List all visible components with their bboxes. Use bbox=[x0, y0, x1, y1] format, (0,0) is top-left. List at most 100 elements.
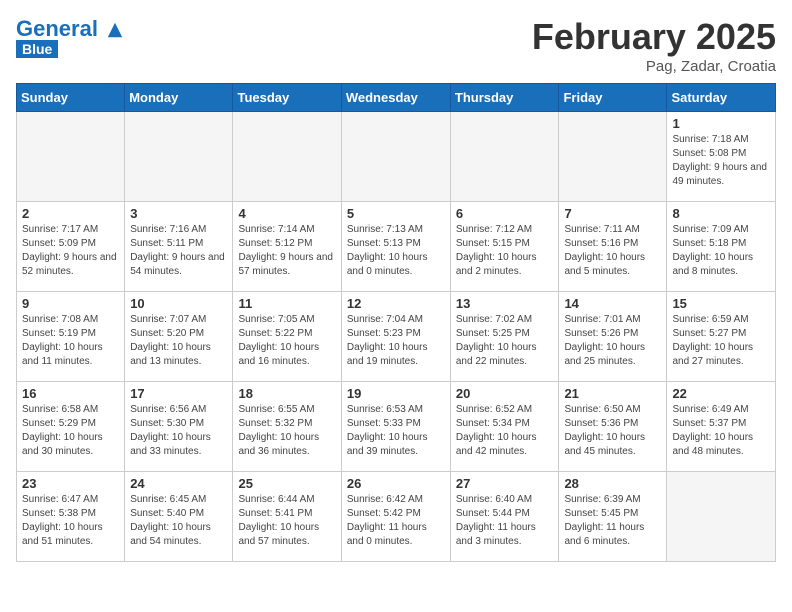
daylight-label: Daylight: 10 hours and 42 minutes. bbox=[456, 432, 537, 457]
calendar-day-cell: 13 Sunrise: 7:02 AM Sunset: 5:25 PM Dayl… bbox=[450, 292, 559, 382]
weekday-header: Tuesday bbox=[233, 84, 341, 112]
daylight-label: Daylight: 10 hours and 11 minutes. bbox=[22, 342, 103, 367]
daylight-label: Daylight: 10 hours and 16 minutes. bbox=[238, 342, 319, 367]
day-number: 3 bbox=[130, 206, 227, 221]
day-number: 27 bbox=[456, 476, 554, 491]
daylight-label: Daylight: 10 hours and 2 minutes. bbox=[456, 252, 537, 277]
sunrise-label: Sunrise: 7:11 AM bbox=[564, 224, 639, 235]
daylight-label: Daylight: 11 hours and 6 minutes. bbox=[564, 522, 644, 547]
daylight-label: Daylight: 9 hours and 49 minutes. bbox=[672, 162, 767, 187]
calendar-day-cell: 15 Sunrise: 6:59 AM Sunset: 5:27 PM Dayl… bbox=[667, 292, 776, 382]
day-info: Sunrise: 7:05 AM Sunset: 5:22 PM Dayligh… bbox=[238, 313, 335, 369]
day-info: Sunrise: 6:53 AM Sunset: 5:33 PM Dayligh… bbox=[347, 403, 445, 459]
calendar-day-cell: 27 Sunrise: 6:40 AM Sunset: 5:44 PM Dayl… bbox=[450, 472, 559, 562]
day-number: 19 bbox=[347, 386, 445, 401]
day-info: Sunrise: 7:02 AM Sunset: 5:25 PM Dayligh… bbox=[456, 313, 554, 369]
sunrise-label: Sunrise: 6:42 AM bbox=[347, 494, 423, 505]
sunset-label: Sunset: 5:33 PM bbox=[347, 418, 421, 429]
day-number: 25 bbox=[238, 476, 335, 491]
location: Pag, Zadar, Croatia bbox=[532, 58, 776, 75]
weekday-header: Wednesday bbox=[341, 84, 450, 112]
sunset-label: Sunset: 5:22 PM bbox=[238, 328, 312, 339]
sunrise-label: Sunrise: 7:12 AM bbox=[456, 224, 532, 235]
day-number: 16 bbox=[22, 386, 119, 401]
day-number: 10 bbox=[130, 296, 227, 311]
sunrise-label: Sunrise: 7:14 AM bbox=[238, 224, 314, 235]
calendar-day-cell: 6 Sunrise: 7:12 AM Sunset: 5:15 PM Dayli… bbox=[450, 202, 559, 292]
calendar-day-cell bbox=[125, 112, 233, 202]
day-number: 13 bbox=[456, 296, 554, 311]
day-number: 2 bbox=[22, 206, 119, 221]
calendar-week-row: 1 Sunrise: 7:18 AM Sunset: 5:08 PM Dayli… bbox=[17, 112, 776, 202]
day-info: Sunrise: 6:42 AM Sunset: 5:42 PM Dayligh… bbox=[347, 493, 445, 549]
sunset-label: Sunset: 5:12 PM bbox=[238, 238, 312, 249]
sunrise-label: Sunrise: 6:39 AM bbox=[564, 494, 640, 505]
sunset-label: Sunset: 5:08 PM bbox=[672, 148, 746, 159]
calendar-day-cell: 16 Sunrise: 6:58 AM Sunset: 5:29 PM Dayl… bbox=[17, 382, 125, 472]
day-info: Sunrise: 6:40 AM Sunset: 5:44 PM Dayligh… bbox=[456, 493, 554, 549]
sunrise-label: Sunrise: 7:02 AM bbox=[456, 314, 532, 325]
calendar-day-cell: 2 Sunrise: 7:17 AM Sunset: 5:09 PM Dayli… bbox=[17, 202, 125, 292]
day-number: 4 bbox=[238, 206, 335, 221]
day-info: Sunrise: 6:59 AM Sunset: 5:27 PM Dayligh… bbox=[672, 313, 770, 369]
day-number: 15 bbox=[672, 296, 770, 311]
calendar-day-cell: 21 Sunrise: 6:50 AM Sunset: 5:36 PM Dayl… bbox=[559, 382, 667, 472]
calendar-day-cell: 1 Sunrise: 7:18 AM Sunset: 5:08 PM Dayli… bbox=[667, 112, 776, 202]
daylight-label: Daylight: 11 hours and 0 minutes. bbox=[347, 522, 427, 547]
calendar-day-cell: 14 Sunrise: 7:01 AM Sunset: 5:26 PM Dayl… bbox=[559, 292, 667, 382]
calendar-week-row: 23 Sunrise: 6:47 AM Sunset: 5:38 PM Dayl… bbox=[17, 472, 776, 562]
day-number: 6 bbox=[456, 206, 554, 221]
daylight-label: Daylight: 9 hours and 57 minutes. bbox=[238, 252, 333, 277]
day-number: 8 bbox=[672, 206, 770, 221]
day-number: 17 bbox=[130, 386, 227, 401]
calendar-day-cell bbox=[233, 112, 341, 202]
sunrise-label: Sunrise: 6:50 AM bbox=[564, 404, 640, 415]
daylight-label: Daylight: 10 hours and 0 minutes. bbox=[347, 252, 428, 277]
day-info: Sunrise: 7:12 AM Sunset: 5:15 PM Dayligh… bbox=[456, 223, 554, 279]
daylight-label: Daylight: 10 hours and 36 minutes. bbox=[238, 432, 319, 457]
sunset-label: Sunset: 5:11 PM bbox=[130, 238, 203, 249]
calendar-day-cell: 12 Sunrise: 7:04 AM Sunset: 5:23 PM Dayl… bbox=[341, 292, 450, 382]
daylight-label: Daylight: 10 hours and 5 minutes. bbox=[564, 252, 645, 277]
sunrise-label: Sunrise: 7:17 AM bbox=[22, 224, 98, 235]
sunset-label: Sunset: 5:25 PM bbox=[456, 328, 530, 339]
day-info: Sunrise: 7:09 AM Sunset: 5:18 PM Dayligh… bbox=[672, 223, 770, 279]
calendar-day-cell: 25 Sunrise: 6:44 AM Sunset: 5:41 PM Dayl… bbox=[233, 472, 341, 562]
sunset-label: Sunset: 5:36 PM bbox=[564, 418, 638, 429]
sunrise-label: Sunrise: 6:59 AM bbox=[672, 314, 748, 325]
sunrise-label: Sunrise: 6:56 AM bbox=[130, 404, 206, 415]
day-info: Sunrise: 7:01 AM Sunset: 5:26 PM Dayligh… bbox=[564, 313, 661, 369]
logo-blue-text: Blue bbox=[16, 40, 58, 58]
sunrise-label: Sunrise: 7:01 AM bbox=[564, 314, 640, 325]
sunrise-label: Sunrise: 7:09 AM bbox=[672, 224, 748, 235]
day-info: Sunrise: 6:58 AM Sunset: 5:29 PM Dayligh… bbox=[22, 403, 119, 459]
calendar-day-cell bbox=[17, 112, 125, 202]
sunrise-label: Sunrise: 7:05 AM bbox=[238, 314, 314, 325]
day-info: Sunrise: 6:39 AM Sunset: 5:45 PM Dayligh… bbox=[564, 493, 661, 549]
sunset-label: Sunset: 5:38 PM bbox=[22, 508, 96, 519]
sunset-label: Sunset: 5:45 PM bbox=[564, 508, 638, 519]
sunrise-label: Sunrise: 7:13 AM bbox=[347, 224, 423, 235]
weekday-header: Friday bbox=[559, 84, 667, 112]
sunset-label: Sunset: 5:44 PM bbox=[456, 508, 530, 519]
day-info: Sunrise: 7:14 AM Sunset: 5:12 PM Dayligh… bbox=[238, 223, 335, 279]
sunrise-label: Sunrise: 6:49 AM bbox=[672, 404, 748, 415]
calendar-day-cell bbox=[559, 112, 667, 202]
day-info: Sunrise: 6:44 AM Sunset: 5:41 PM Dayligh… bbox=[238, 493, 335, 549]
page-header: General Blue February 2025 Pag, Zadar, C… bbox=[16, 16, 776, 75]
day-info: Sunrise: 7:17 AM Sunset: 5:09 PM Dayligh… bbox=[22, 223, 119, 279]
daylight-label: Daylight: 10 hours and 19 minutes. bbox=[347, 342, 428, 367]
sunrise-label: Sunrise: 6:44 AM bbox=[238, 494, 314, 505]
sunset-label: Sunset: 5:32 PM bbox=[238, 418, 312, 429]
day-info: Sunrise: 6:52 AM Sunset: 5:34 PM Dayligh… bbox=[456, 403, 554, 459]
sunrise-label: Sunrise: 7:16 AM bbox=[130, 224, 206, 235]
calendar-day-cell: 3 Sunrise: 7:16 AM Sunset: 5:11 PM Dayli… bbox=[125, 202, 233, 292]
calendar-day-cell: 10 Sunrise: 7:07 AM Sunset: 5:20 PM Dayl… bbox=[125, 292, 233, 382]
daylight-label: Daylight: 10 hours and 8 minutes. bbox=[672, 252, 753, 277]
daylight-label: Daylight: 10 hours and 13 minutes. bbox=[130, 342, 211, 367]
day-number: 18 bbox=[238, 386, 335, 401]
day-number: 26 bbox=[347, 476, 445, 491]
daylight-label: Daylight: 10 hours and 22 minutes. bbox=[456, 342, 537, 367]
daylight-label: Daylight: 10 hours and 27 minutes. bbox=[672, 342, 753, 367]
day-number: 28 bbox=[564, 476, 661, 491]
